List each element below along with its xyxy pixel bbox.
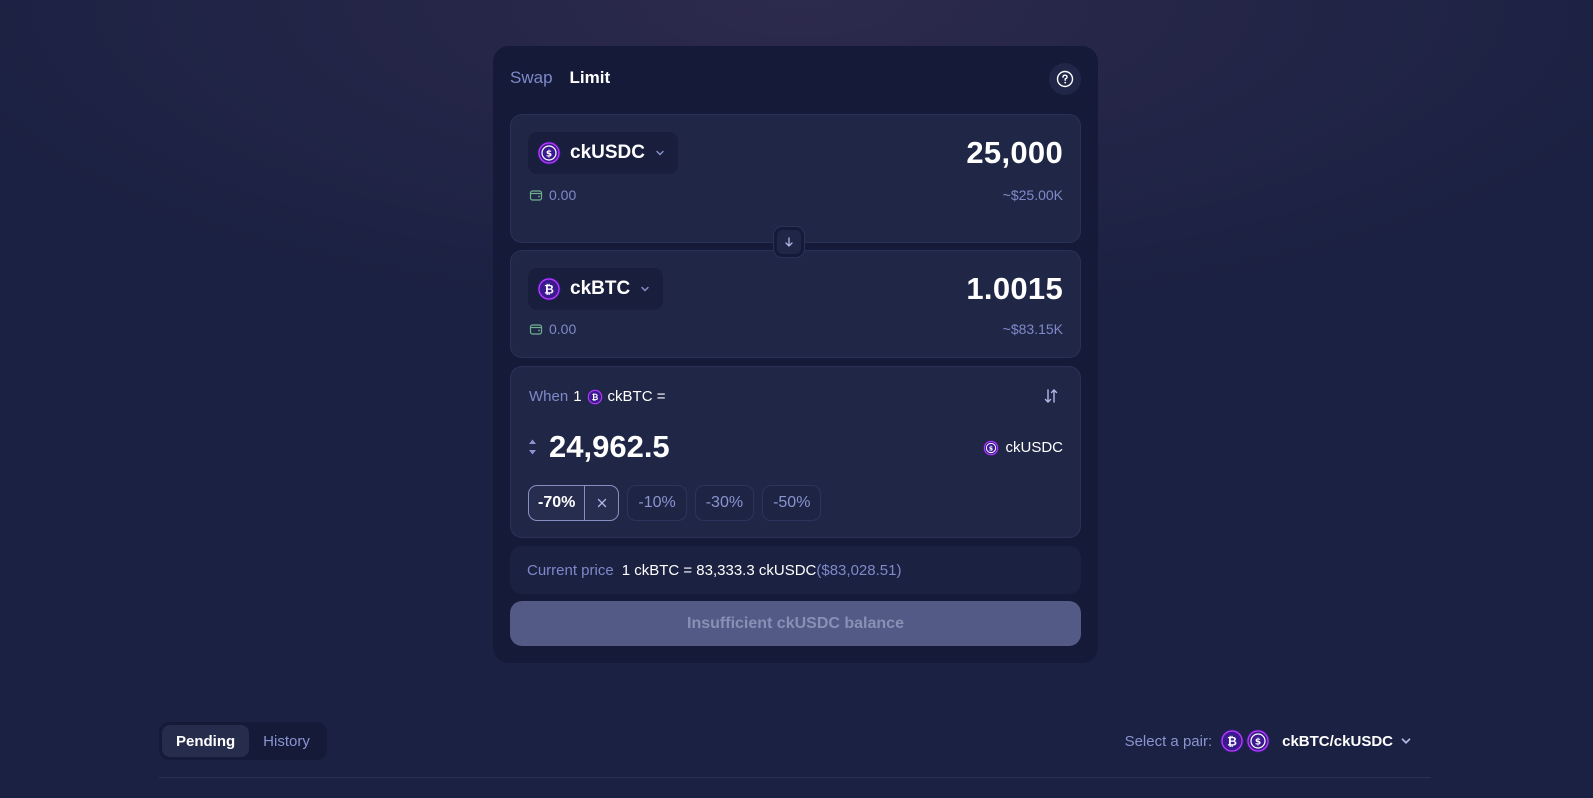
switch-direction-button[interactable] — [773, 226, 805, 258]
when-label: When — [529, 388, 569, 405]
wallet-icon — [529, 324, 543, 335]
tab-pending[interactable]: Pending — [162, 725, 250, 757]
chevron-down-icon — [656, 150, 664, 156]
svg-text:$: $ — [989, 445, 993, 452]
current-price-label: Current price — [527, 561, 614, 579]
to-token-name: ckBTC — [570, 278, 631, 299]
pair-selector[interactable]: Select a pair: ₿ $ ckBTC/ckUSDC — [1125, 729, 1413, 753]
pair-label: Select a pair: — [1124, 732, 1213, 750]
swap-vertical-icon — [1044, 389, 1058, 403]
svg-text:$: $ — [546, 150, 552, 160]
close-icon — [597, 498, 607, 508]
from-usd-value: ~$25.00K — [1002, 187, 1063, 203]
when-token: ckBTC = — [607, 388, 666, 405]
to-balance-value: 0.00 — [549, 321, 577, 337]
clear-chip-button[interactable] — [584, 486, 618, 520]
svg-text:₿: ₿ — [1227, 735, 1237, 749]
invert-price-button[interactable] — [1042, 387, 1060, 410]
from-amount[interactable]: 25,000 — [966, 135, 1063, 171]
arrow-down-icon — [785, 237, 793, 247]
stepper-icon — [529, 439, 536, 455]
chevron-down-icon — [1401, 738, 1411, 744]
chip-minus-30[interactable]: -30% — [694, 485, 755, 521]
current-price-usd: ($83,028.51) — [816, 561, 902, 579]
svg-text:₿: ₿ — [591, 393, 598, 402]
to-amount[interactable]: 1.0015 — [966, 271, 1063, 307]
to-usd-value: ~$83.15K — [1002, 321, 1063, 337]
price-stepper[interactable] — [528, 437, 537, 457]
usdc-coin-icon: $ — [983, 439, 1000, 456]
quote-token: $ ckUSDC — [983, 439, 1063, 456]
from-token-panel: $ ckUSDC 25,000 0.00 ~$25.00K — [510, 114, 1081, 243]
tab-limit[interactable]: Limit — [570, 68, 611, 88]
price-offset-chips: -70% -10% -30% -50% — [528, 485, 822, 521]
svg-text:$: $ — [1255, 738, 1261, 748]
chip-minus-10[interactable]: -10% — [627, 485, 687, 521]
current-price-row: Current price 1 ckBTC = 83,333.3 ckUSDC … — [510, 546, 1081, 594]
limit-condition: When 1 ₿ ckBTC = — [529, 388, 665, 405]
to-token-panel: ₿ ckBTC 1.0015 0.00 ~$83.15K — [510, 250, 1081, 358]
chevron-down-icon — [641, 286, 649, 292]
limit-price-panel: When 1 ₿ ckBTC = 24,962.5 $ ckUSDC -70% … — [510, 366, 1081, 538]
btc-coin-icon: ₿ — [586, 388, 603, 405]
wallet-icon — [529, 190, 543, 201]
tab-history[interactable]: History — [249, 725, 324, 757]
pair-value: ckBTC/ckUSDC — [1282, 732, 1393, 750]
from-balance: 0.00 — [529, 187, 576, 203]
quote-token-name: ckUSDC — [1005, 439, 1063, 456]
chip-minus-70[interactable]: -70% — [528, 485, 620, 521]
from-balance-value: 0.00 — [549, 187, 577, 203]
orders-tabs: Pending History — [159, 722, 327, 760]
limit-price-input[interactable]: 24,962.5 — [549, 429, 670, 465]
usdc-coin-icon: $ — [1246, 729, 1270, 753]
svg-text:₿: ₿ — [544, 283, 554, 297]
help-button[interactable] — [1049, 63, 1081, 95]
help-icon — [1056, 70, 1074, 88]
chip-minus-50[interactable]: -50% — [762, 485, 822, 521]
orders-divider — [159, 777, 1431, 778]
from-token-name: ckUSDC — [570, 142, 645, 163]
when-quantity: 1 — [573, 388, 582, 405]
to-balance: 0.00 — [529, 321, 576, 337]
from-token-selector[interactable]: $ ckUSDC — [528, 132, 678, 174]
tab-swap[interactable]: Swap — [510, 68, 553, 88]
chip-label: -70% — [538, 494, 576, 511]
to-token-selector[interactable]: ₿ ckBTC — [528, 268, 664, 310]
usdc-coin-icon: $ — [537, 141, 561, 165]
current-price-value: 1 ckBTC = 83,333.3 ckUSDC — [621, 561, 817, 579]
submit-order-button[interactable]: Insufficient ckUSDC balance — [510, 601, 1081, 646]
btc-coin-icon: ₿ — [1220, 729, 1244, 753]
mode-tabs: Swap Limit — [510, 68, 610, 88]
btc-coin-icon: ₿ — [537, 277, 561, 301]
limit-order-card: Swap Limit $ ckUSDC 25,000 0.00 ~$25.00K… — [493, 46, 1098, 663]
